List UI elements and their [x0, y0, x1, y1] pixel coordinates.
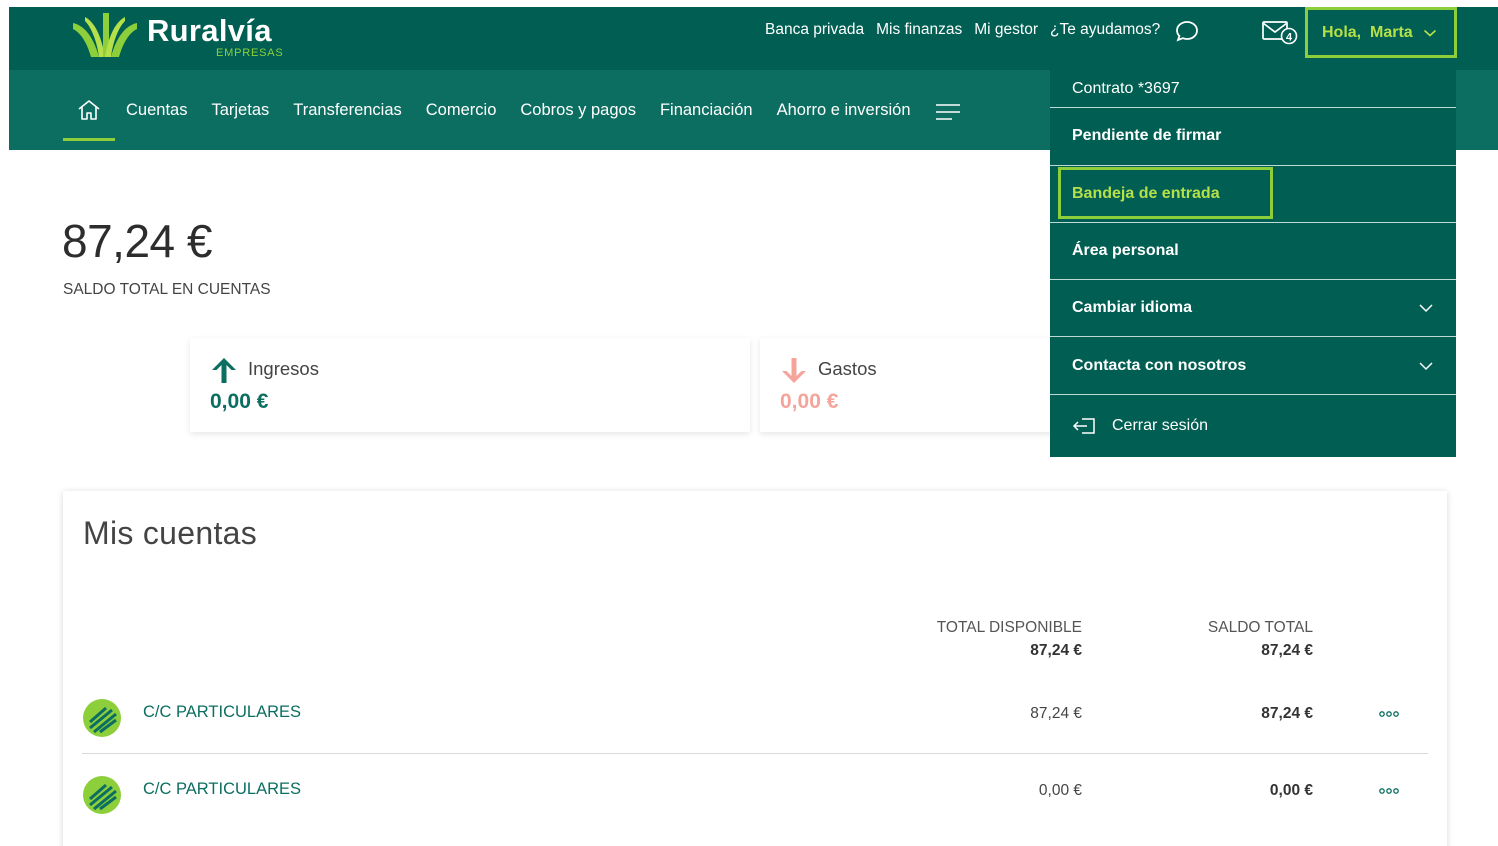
account-available: 87,24 €: [1030, 705, 1082, 722]
nav-tarjetas[interactable]: Tarjetas: [211, 101, 269, 120]
chevron-down-icon: [1419, 304, 1433, 313]
nav-home-active-indicator: [63, 138, 115, 141]
menu-area-personal[interactable]: Área personal: [1050, 223, 1456, 279]
link-te-ayudamos[interactable]: ¿Te ayudamos?: [1050, 21, 1160, 39]
expenses-amount: 0,00 €: [780, 390, 839, 413]
expenses-card[interactable]: Gastos 0,00 €: [760, 338, 1060, 432]
menu-cerrar-sesion-label: Cerrar sesión: [1112, 417, 1209, 434]
brand-subtitle: EMPRESAS: [216, 47, 284, 59]
col-header-saldo-total: SALDO TOTAL: [1207, 619, 1313, 636]
account-total: 0,00 €: [1269, 782, 1313, 799]
user-dropdown-menu: Contrato *3697 Pendiente de firmar Bande…: [1050, 70, 1456, 457]
account-logo-icon: [83, 776, 121, 814]
nav-items: Cuentas Tarjetas Transferencias Comercio…: [63, 70, 961, 150]
menu-contacta-label: Contacta con nosotros: [1072, 356, 1247, 374]
account-available: 0,00 €: [1038, 782, 1082, 799]
contract-number[interactable]: Contrato *3697: [1050, 70, 1456, 107]
col-header-total-disponible: TOTAL DISPONIBLE: [936, 619, 1082, 636]
menu-lines-icon[interactable]: [935, 102, 961, 122]
nav-home[interactable]: [63, 70, 115, 150]
account-name[interactable]: C/C PARTICULARES: [143, 780, 301, 799]
menu-pendiente-de-firmar[interactable]: Pendiente de firmar: [1050, 108, 1456, 164]
mail-icon[interactable]: 4: [1261, 19, 1301, 47]
income-label: Ingresos: [248, 358, 319, 379]
chevron-down-icon: [1419, 361, 1433, 370]
arrow-up-icon: [212, 358, 236, 383]
account-total: 87,24 €: [1261, 705, 1313, 722]
sum-total-disponible: 87,24 €: [1030, 642, 1082, 659]
brand-name: Ruralvía: [147, 13, 272, 48]
link-mi-gestor[interactable]: Mi gestor: [974, 21, 1038, 39]
ruralvia-logo-icon: [73, 13, 137, 57]
chevron-down-icon: [1423, 29, 1436, 37]
top-links: Banca privada Mis finanzas Mi gestor ¿Te…: [765, 17, 1200, 43]
sum-saldo-total: 87,24 €: [1261, 642, 1313, 659]
menu-cambiar-idioma[interactable]: Cambiar idioma: [1050, 280, 1456, 336]
account-row[interactable]: C/C PARTICULARES 0,00 € 0,00 €: [82, 758, 1428, 828]
account-logo-icon: [83, 699, 121, 737]
account-name[interactable]: C/C PARTICULARES: [143, 703, 301, 722]
mail-badge-count: 4: [1286, 32, 1293, 44]
nav-financiacion[interactable]: Financiación: [660, 101, 753, 120]
link-mis-finanzas[interactable]: Mis finanzas: [876, 21, 962, 39]
income-card[interactable]: Ingresos 0,00 €: [190, 338, 750, 432]
more-options-icon[interactable]: [1378, 787, 1400, 795]
link-banca-privada[interactable]: Banca privada: [765, 21, 864, 39]
accounts-panel: Mis cuentas TOTAL DISPONIBLE SALDO TOTAL…: [63, 491, 1447, 846]
top-bar: Ruralvía EMPRESAS Banca privada Mis fina…: [9, 7, 1498, 70]
menu-contacta-con-nosotros[interactable]: Contacta con nosotros: [1050, 337, 1456, 394]
nav-cuentas[interactable]: Cuentas: [126, 101, 187, 120]
more-options-icon[interactable]: [1378, 710, 1400, 718]
nav-comercio[interactable]: Comercio: [426, 101, 497, 120]
nav-cobros-y-pagos[interactable]: Cobros y pagos: [520, 101, 636, 120]
menu-cerrar-sesion[interactable]: Cerrar sesión: [1050, 395, 1456, 457]
user-menu-button[interactable]: Hola, Marta: [1305, 7, 1457, 58]
expenses-label: Gastos: [818, 358, 877, 379]
account-row[interactable]: C/C PARTICULARES 87,24 € 87,24 €: [82, 681, 1428, 751]
ruralvia-logo[interactable]: Ruralvía EMPRESAS: [69, 11, 309, 67]
inbox-focus-outline: [1058, 167, 1273, 219]
nav-ahorro-e-inversion[interactable]: Ahorro e inversión: [777, 101, 911, 120]
chat-bubble-icon[interactable]: [1174, 19, 1200, 43]
arrow-down-icon: [782, 358, 806, 383]
row-divider: [82, 753, 1428, 754]
menu-cambiar-idioma-label: Cambiar idioma: [1072, 299, 1193, 316]
income-amount: 0,00 €: [210, 390, 269, 413]
home-icon: [78, 100, 100, 120]
total-balance-label: SALDO TOTAL EN CUENTAS: [63, 281, 271, 298]
logout-icon: [1072, 418, 1095, 434]
accounts-title: Mis cuentas: [83, 515, 258, 551]
total-balance: 87,24 €: [62, 215, 212, 267]
nav-transferencias[interactable]: Transferencias: [293, 101, 402, 120]
user-greeting: Hola, Marta: [1322, 23, 1413, 41]
